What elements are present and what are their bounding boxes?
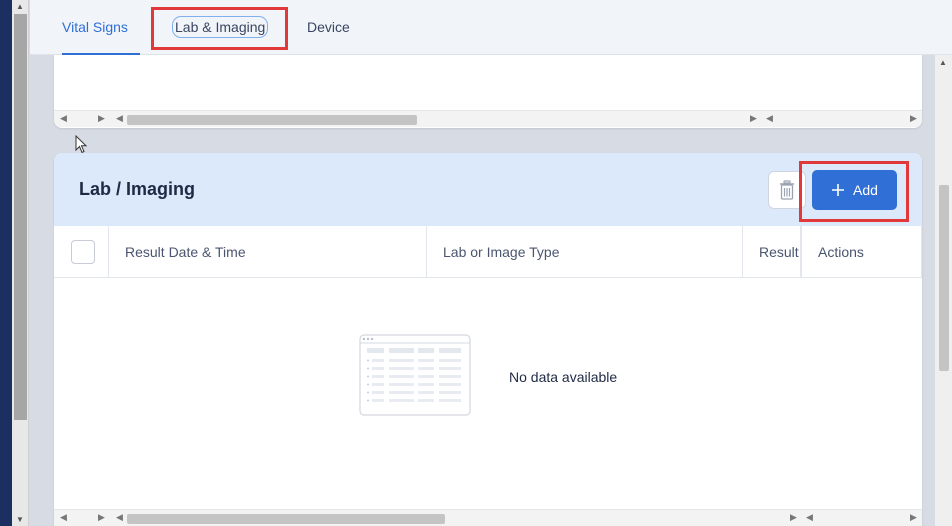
scroll-left-arrow-icon[interactable]: ◀ [766,113,773,124]
empty-state-text: No data available [509,369,618,385]
scroll-right-arrow-icon[interactable]: ▶ [910,113,917,124]
scroll-left-arrow-icon[interactable]: ◀ [60,512,67,523]
trash-icon [780,180,794,200]
page-vertical-scrollbar[interactable]: ▲ [935,55,952,526]
table-header: Result Date & Time Lab or Image Type Res… [54,226,922,278]
outer-scroll-thumb[interactable] [14,14,27,420]
scroll-right-arrow-icon[interactable]: ▶ [790,512,797,523]
page-scroll-thumb[interactable] [939,185,949,371]
lab-imaging-header: Lab / Imaging Add [54,153,922,226]
column-result-date-time[interactable]: Result Date & Time [109,226,427,278]
scroll-down-arrow-icon[interactable]: ▼ [16,515,24,524]
tab-device[interactable]: Device [307,0,350,55]
empty-table-icon [359,334,471,416]
tab-bar: Vital Signs Lab & Imaging Device [30,0,952,55]
outer-vertical-scrollbar[interactable]: ▲ ▼ [12,0,29,526]
scroll-right-arrow-icon[interactable]: ▶ [910,512,917,523]
highlight-box-tab [151,7,288,50]
scroll-left-arrow-icon[interactable]: ◀ [116,113,123,124]
scroll-up-arrow-icon[interactable]: ▲ [939,58,947,67]
highlight-box-add [799,161,909,222]
scroll-right-arrow-icon[interactable]: ▶ [98,113,105,124]
scroll-left-arrow-icon[interactable]: ◀ [806,512,813,523]
tab-vital-signs[interactable]: Vital Signs [62,0,140,55]
scroll-up-arrow-icon[interactable]: ▲ [16,2,24,11]
top-scroll-thumb[interactable] [127,115,417,125]
scroll-left-arrow-icon[interactable]: ◀ [60,113,67,124]
scroll-right-arrow-icon[interactable]: ▶ [98,512,105,523]
scroll-right-arrow-icon[interactable]: ▶ [750,113,757,124]
top-horizontal-scrollbar[interactable]: ◀ ▶ ◀ ▶ ◀ ▶ [54,110,922,127]
main-area: Vital Signs Lab & Imaging Device ◀ ▶ ◀ ▶… [30,0,952,526]
lab-imaging-panel: Lab / Imaging Add Result Date & Time Lab… [54,153,922,526]
scroll-left-arrow-icon[interactable]: ◀ [116,512,123,523]
select-all-checkbox[interactable] [71,240,95,264]
lab-scroll-thumb[interactable] [127,514,445,524]
column-actions: Actions [801,226,922,278]
lab-imaging-title: Lab / Imaging [79,179,196,199]
vital-signs-panel-bottom: ◀ ▶ ◀ ▶ ◀ ▶ [54,55,922,128]
mouse-cursor-icon [75,135,88,154]
select-all-cell [54,226,109,278]
lab-horizontal-scrollbar[interactable]: ◀ ▶ ◀ ▶ ◀ ▶ [54,509,922,526]
column-result[interactable]: Result [743,226,801,278]
column-lab-image-type[interactable]: Lab or Image Type [427,226,743,278]
left-edge-strip [0,0,12,526]
